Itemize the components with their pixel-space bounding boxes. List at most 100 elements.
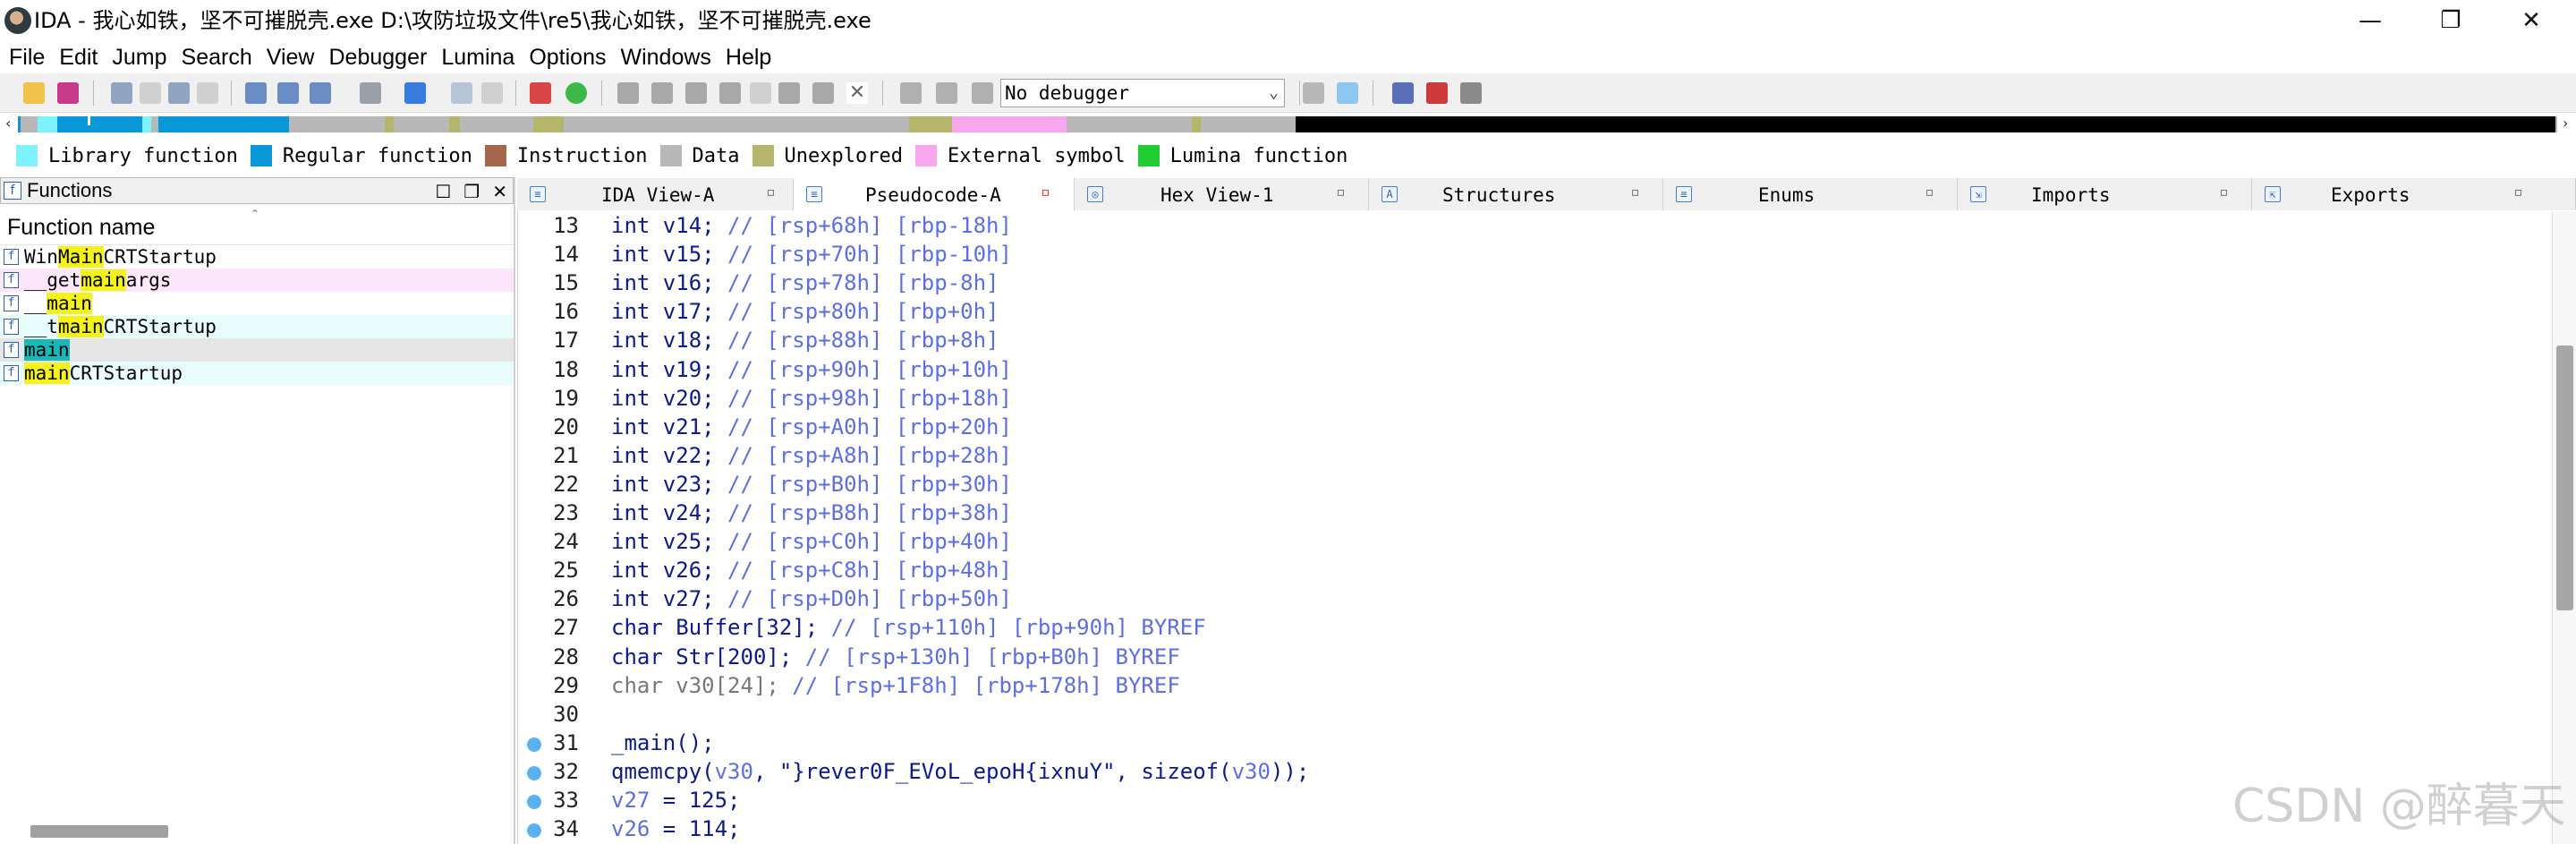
save-icon[interactable] [57,82,79,104]
menu-lumina[interactable]: Lumina [439,45,523,71]
function-name-column-header[interactable]: Function name ⌃ [0,204,514,245]
tab-structures[interactable]: A Structures ▫ [1369,178,1663,210]
code-line[interactable]: 13 int v14; // [rsp+68h] [rbp-18h] [518,211,2550,240]
make-code-icon[interactable] [617,82,639,104]
code-line[interactable]: 21 int v22; // [rsp+A8h] [rbp+28h] [518,441,2550,470]
tab-imports[interactable]: ⇲ Imports ▫ [1958,178,2252,210]
function-icon: f [4,272,19,288]
tab-hex-view-1[interactable]: ◎ Hex View-1 ▫ [1075,178,1369,210]
scrollbar-thumb[interactable] [2556,345,2573,610]
function-row-selected[interactable]: f main [0,338,514,362]
minimize-button[interactable]: — [2330,0,2410,41]
search-next-icon[interactable] [360,82,381,104]
panel-close-icon[interactable]: ✕ [492,181,507,202]
function-row[interactable]: f __ main [0,292,514,315]
code-line[interactable]: 16 int v17; // [rsp+80h] [rbp+0h] [518,297,2550,326]
code-line[interactable]: 26 int v27; // [rsp+D0h] [rbp+50h] [518,584,2550,613]
close-icon[interactable]: ▫ [1630,183,1640,201]
code-line[interactable]: 23 int v24; // [rsp+B8h] [rbp+38h] [518,499,2550,527]
text-view-icon[interactable] [451,82,472,104]
maximize-button[interactable]: ❐ [2410,0,2491,41]
menu-search[interactable]: Search [180,45,261,71]
close-button[interactable]: ✕ [2491,0,2572,41]
menu-edit[interactable]: Edit [57,45,106,71]
menu-help[interactable]: Help [724,45,780,71]
menu-file[interactable]: File [7,45,54,71]
jump-up-icon[interactable] [404,82,426,104]
refresh-icon[interactable] [1337,82,1358,104]
debugger-select[interactable]: No debugger ⌄ [1000,79,1285,107]
code-line[interactable]: 18 int v19; // [rsp+90h] [rbp+10h] [518,355,2550,384]
forward-dropdown-icon[interactable] [197,82,218,104]
forward-arrow-icon[interactable] [168,82,190,104]
tab-exports[interactable]: ⇱ Exports ▫ [2252,178,2576,210]
delete-icon[interactable]: ✕ [846,82,868,104]
code-line[interactable]: 30 [518,700,2550,729]
panel-float-icon[interactable]: ❐ [463,181,480,202]
code-token: )); [1270,759,1310,784]
legend-swatch [484,145,506,166]
code-text: int v26; // [rsp+C8h] [rbp+48h] [611,556,1012,584]
function-row[interactable]: f __t main CRTStartup [0,315,514,338]
proximity-icon[interactable] [565,82,587,104]
make-string-icon[interactable] [685,82,707,104]
nav-left-arrow-icon[interactable]: ‹ [5,115,11,132]
menu-debugger[interactable]: Debugger [327,45,437,71]
search-binary-icon[interactable] [277,82,299,104]
functions-horizontal-scrollbar[interactable] [30,825,168,838]
close-icon[interactable]: ▫ [766,183,776,201]
panel-maximize-icon[interactable]: ☐ [435,181,451,202]
menu-view[interactable]: View [265,45,324,71]
close-icon[interactable]: ▫ [1041,183,1050,201]
code-line[interactable]: 17 int v18; // [rsp+88h] [rbp+8h] [518,326,2550,354]
code-line[interactable]: 24 int v25; // [rsp+C0h] [rbp+40h] [518,527,2550,556]
code-line[interactable]: 15 int v16; // [rsp+78h] [rbp-8h] [518,269,2550,297]
menu-options[interactable]: Options [527,45,615,71]
make-array-icon[interactable] [719,82,741,104]
pause-icon[interactable] [936,82,957,104]
search-immediate-icon[interactable] [310,82,331,104]
code-line[interactable]: 28 char Str[200]; // [rsp+130h] [rbp+B0h]… [518,643,2550,671]
breakpoints-icon[interactable] [1392,82,1414,104]
tab-pseudocode-a[interactable]: ≡ Pseudocode-A ▫ [794,178,1075,211]
make-data-icon[interactable] [651,82,673,104]
code-line[interactable]: 31 _main(); [518,729,2550,757]
attach-icon[interactable] [1303,82,1324,104]
chevron-down-icon: ⌄ [1269,83,1279,102]
undefine-icon[interactable] [778,82,800,104]
nav-right-arrow-icon[interactable]: › [2563,115,2568,132]
code-line[interactable]: 25 int v26; // [rsp+C8h] [rbp+48h] [518,556,2550,584]
toggle-breakpoint-icon[interactable] [1426,82,1448,104]
function-row[interactable]: f Win Main CRTStartup [0,245,514,269]
graph-view-icon[interactable] [530,82,551,104]
back-dropdown-icon[interactable] [140,82,161,104]
menu-jump[interactable]: Jump [110,45,175,71]
tab-enums[interactable]: ≡ Enums ▫ [1663,178,1958,210]
open-file-icon[interactable] [23,82,45,104]
close-icon[interactable]: ▫ [1336,183,1346,201]
close-icon[interactable]: ▫ [2219,183,2229,201]
array-dropdown-icon[interactable] [750,82,771,104]
tab-ida-view-a[interactable]: ≡ IDA View-A ▫ [517,178,794,210]
code-line[interactable]: 29 char v30[24]; // [rsp+1F8h] [rbp+178h]… [518,671,2550,700]
function-row[interactable]: f main CRTStartup [0,362,514,385]
code-line[interactable]: 22 int v23; // [rsp+B0h] [rbp+30h] [518,470,2550,499]
function-row[interactable]: f __get main args [0,269,514,292]
code-line[interactable]: 20 int v21; // [rsp+A0h] [rbp+20h] [518,413,2550,441]
pseudocode-view[interactable]: 13 int v14; // [rsp+68h] [rbp-18h] 14 int v… [517,211,2550,844]
trace-icon[interactable] [1460,82,1482,104]
navigation-band[interactable] [18,116,2557,132]
text-dropdown-icon[interactable] [481,82,503,104]
code-line[interactable]: 14 int v15; // [rsp+70h] [rbp-10h] [518,240,2550,269]
code-line[interactable]: 27 char Buffer[32]; // [rsp+110h] [rbp+90… [518,613,2550,642]
search-text-icon[interactable] [245,82,267,104]
back-arrow-icon[interactable] [111,82,132,104]
close-icon[interactable]: ▫ [1925,183,1934,201]
close-icon[interactable]: ▫ [2513,183,2523,201]
stop-icon[interactable] [972,82,993,104]
menu-windows[interactable]: Windows [618,45,719,71]
play-icon[interactable] [900,82,922,104]
function-icon[interactable] [812,82,834,104]
pseudocode-vertical-scrollbar[interactable] [2552,211,2576,844]
code-line[interactable]: 19 int v20; // [rsp+98h] [rbp+18h] [518,384,2550,413]
